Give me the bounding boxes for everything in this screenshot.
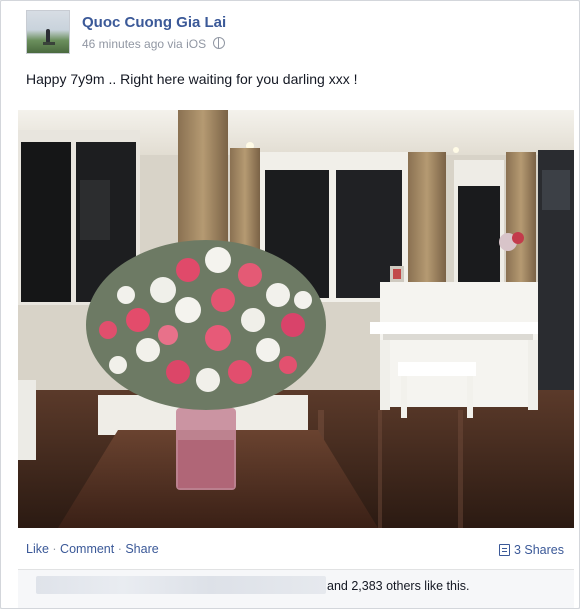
globe-icon[interactable]: [213, 37, 226, 49]
post-timestamp[interactable]: 46 minutes ago via iOS: [82, 37, 206, 51]
share-link[interactable]: Share: [125, 542, 158, 556]
comment-link[interactable]: Comment: [60, 542, 114, 556]
shares-label: 3 Shares: [513, 543, 564, 557]
action-separator: ·: [114, 542, 126, 556]
post-card: Quoc Cuong Gia Lai 46 minutes ago via iO…: [0, 0, 580, 609]
avatar-ground: [43, 42, 55, 45]
avatar-figure: [46, 29, 50, 43]
post-meta: 46 minutes ago via iOS: [82, 36, 226, 51]
action-separator: ·: [48, 542, 61, 556]
likes-summary: and 2,383 others like this.: [18, 569, 574, 608]
post-photo[interactable]: [18, 110, 574, 528]
like-link[interactable]: Like: [26, 542, 49, 556]
post-text: Happy 7y9m .. Right here waiting for you…: [26, 71, 358, 87]
shares-count[interactable]: 3 Shares: [498, 542, 564, 557]
author-name[interactable]: Quoc Cuong Gia Lai: [82, 14, 226, 31]
avatar[interactable]: [26, 10, 70, 54]
post-actions: Like · Comment · Share: [26, 542, 159, 556]
likes-count-text[interactable]: and 2,383 others like this.: [327, 579, 469, 593]
room-photo-illustration: [18, 110, 574, 528]
share-icon: [498, 544, 510, 556]
liker-names-redacted[interactable]: [36, 576, 326, 594]
